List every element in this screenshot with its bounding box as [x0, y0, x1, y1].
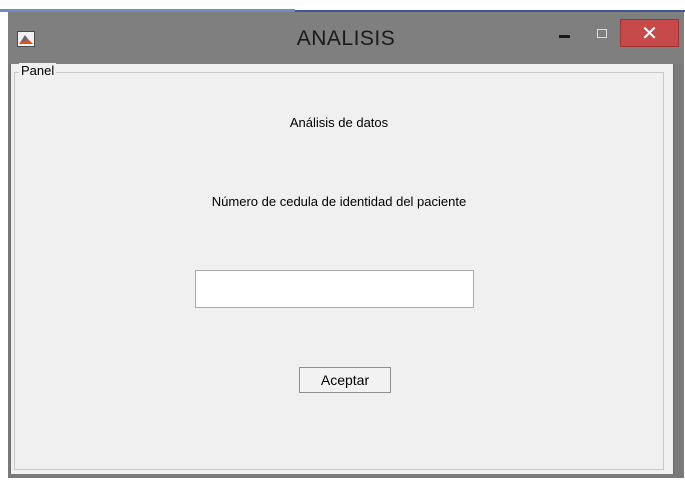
minimize-button[interactable] — [548, 16, 580, 50]
top-strip — [0, 0, 685, 12]
title-bar[interactable]: ANALISIS ✕ — [8, 12, 684, 64]
accept-button[interactable]: Aceptar — [299, 367, 391, 393]
cedula-label: Número de cedula de identidad del pacien… — [211, 194, 467, 209]
maximize-button[interactable] — [586, 16, 618, 50]
client-area: Panel Análisis de datos Número de cedula… — [10, 63, 674, 474]
close-icon: ✕ — [641, 21, 658, 45]
heading-label: Análisis de datos — [289, 115, 389, 130]
panel: Panel Análisis de datos Número de cedula… — [14, 63, 664, 470]
close-button[interactable]: ✕ — [620, 19, 679, 47]
app-window: ANALISIS ✕ Panel Análisis de datos Númer… — [8, 12, 684, 478]
maximize-icon — [597, 28, 607, 38]
minimize-icon — [558, 34, 570, 38]
cedula-input[interactable] — [195, 270, 474, 308]
window-title: ANALISIS — [296, 27, 396, 50]
bottom-strip — [0, 478, 685, 488]
panel-title: Panel — [19, 63, 57, 78]
